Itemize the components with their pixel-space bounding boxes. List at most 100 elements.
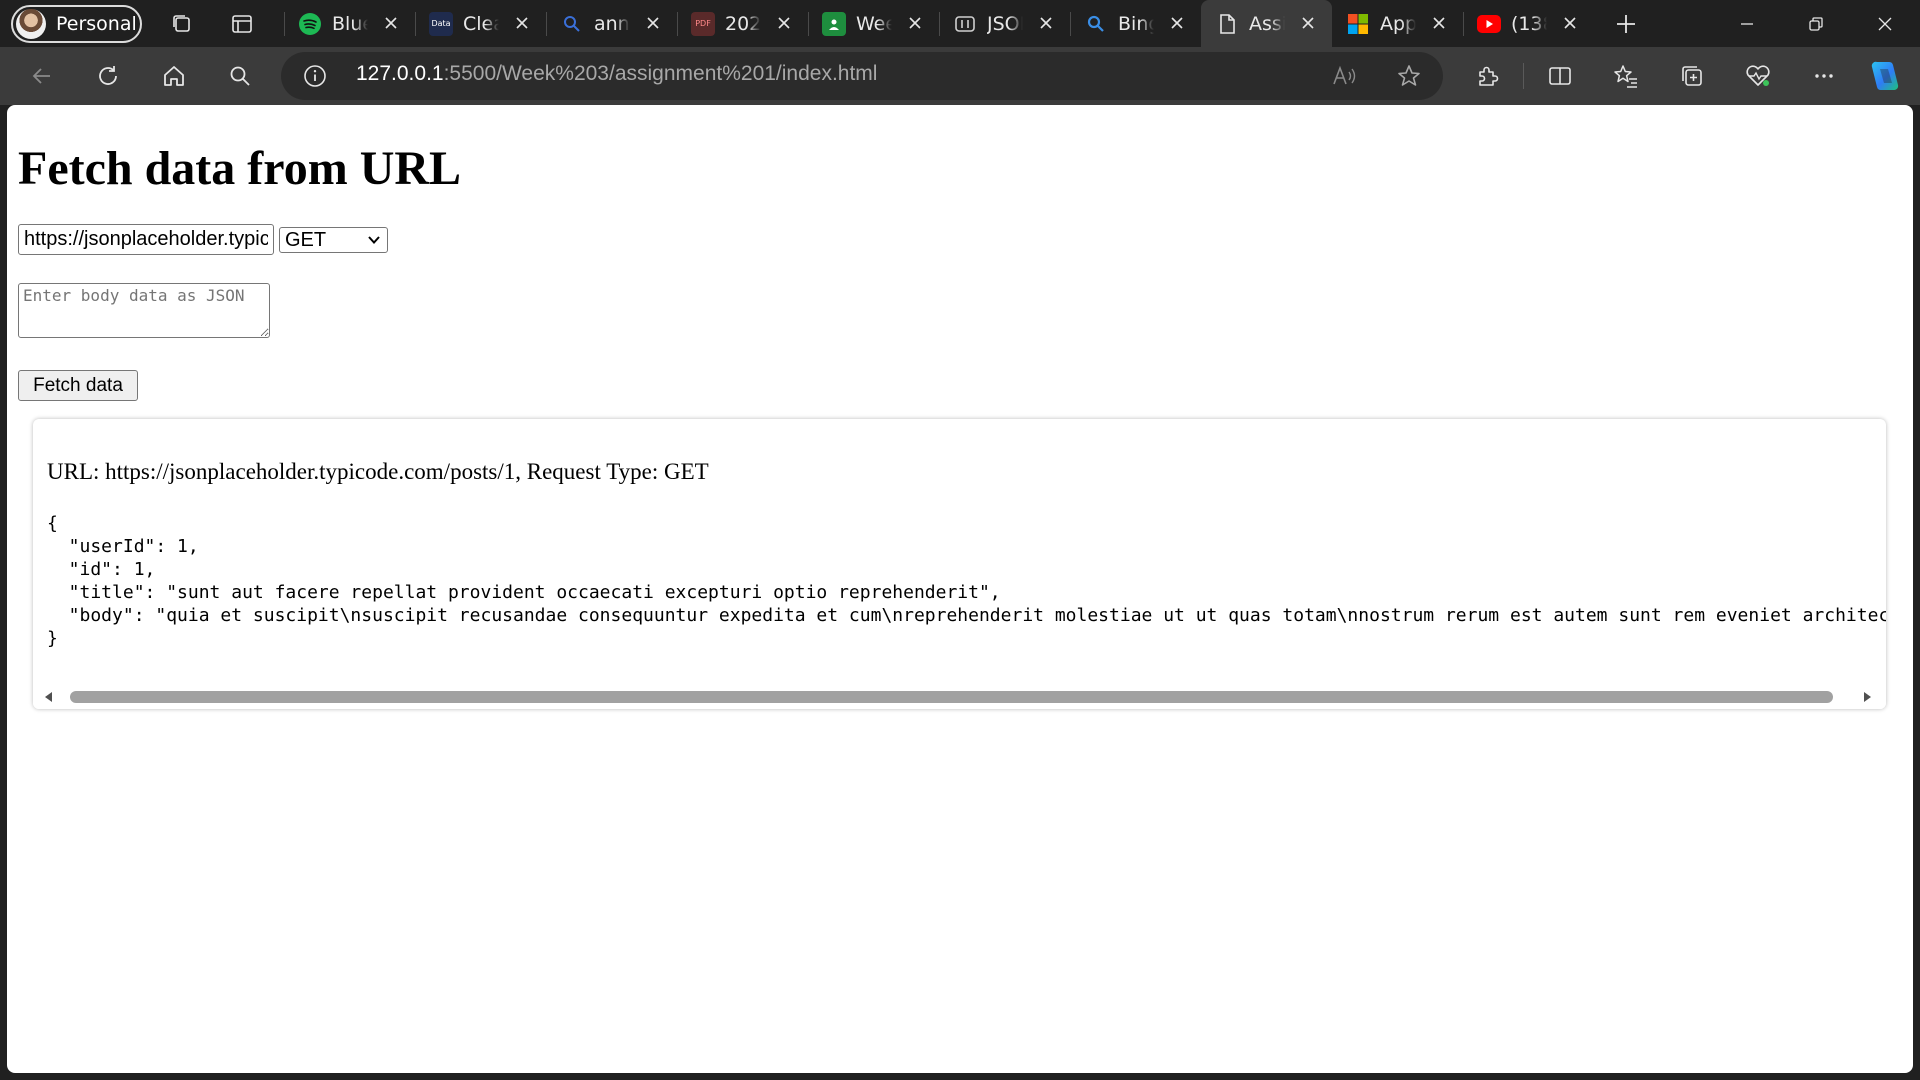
address-path: :5500/Week%203/assignment%201/index.html: [443, 62, 878, 85]
tab-strip: Personal Blue Data Clea annu PDF 2020 We…: [0, 0, 1920, 47]
tab-bing[interactable]: Bing: [1070, 0, 1201, 47]
workspaces-button[interactable]: [162, 4, 202, 44]
search-icon: [230, 66, 250, 86]
close-tab-icon[interactable]: [643, 13, 663, 33]
close-tab-icon[interactable]: [1167, 13, 1187, 33]
browser-essentials-button[interactable]: [1738, 56, 1778, 96]
avatar: [16, 8, 46, 39]
refresh-button[interactable]: [88, 56, 128, 96]
address-host: 127.0.0.1: [356, 62, 444, 85]
browser-toolbar: 127.0.0.1:5500/Week%203/assignment%201/i…: [0, 47, 1920, 105]
tab-title: App: [1380, 12, 1416, 35]
copilot-button[interactable]: [1865, 56, 1905, 96]
tab-search[interactable]: annu: [546, 0, 677, 47]
method-selected-value: GET: [285, 229, 327, 251]
tab-actions-icon: [232, 14, 252, 33]
page-title: Fetch data from URL: [18, 142, 462, 195]
scroll-left-arrow-icon[interactable]: [41, 689, 57, 705]
microsoft-icon: [1346, 12, 1370, 36]
minimize-button[interactable]: [1713, 0, 1781, 47]
tab-assignment-active[interactable]: Assi: [1201, 0, 1332, 47]
chevron-down-icon: [368, 236, 380, 244]
close-tab-icon[interactable]: [1429, 13, 1449, 33]
tab-title: (138: [1511, 12, 1547, 35]
star-icon: [1398, 65, 1420, 86]
read-aloud-button[interactable]: [1331, 62, 1359, 90]
spotify-icon: [298, 12, 322, 36]
restore-button[interactable]: [1782, 0, 1850, 47]
search-button[interactable]: [220, 56, 260, 96]
settings-more-button[interactable]: [1804, 56, 1844, 96]
favorite-star-button[interactable]: [1395, 62, 1423, 90]
tab-actions-button[interactable]: [222, 4, 262, 44]
home-button[interactable]: [154, 56, 194, 96]
close-tab-icon[interactable]: [905, 13, 925, 33]
refresh-icon: [99, 66, 117, 85]
close-tab-icon[interactable]: [1036, 13, 1056, 33]
tab-title: 2020: [725, 12, 761, 35]
profile-button[interactable]: Personal: [11, 4, 142, 43]
tab-classroom[interactable]: Wee: [808, 0, 939, 47]
tab-pdf[interactable]: PDF 2020: [677, 0, 808, 47]
request-summary: URL: https://jsonplaceholder.typicode.co…: [47, 459, 709, 484]
close-window-button[interactable]: [1851, 0, 1919, 47]
bing-search-icon: [1084, 12, 1108, 36]
scroll-right-arrow-icon[interactable]: [1859, 689, 1875, 705]
url-input[interactable]: [18, 224, 274, 255]
tab-spotify[interactable]: Blue: [284, 0, 415, 47]
tab-title: Blue: [332, 12, 368, 35]
minimize-icon: [1741, 22, 1753, 25]
tab-title: JSON: [987, 12, 1023, 35]
close-tab-icon[interactable]: [381, 13, 401, 33]
search-icon: [560, 12, 584, 36]
extensions-button[interactable]: [1468, 56, 1508, 96]
close-tab-icon[interactable]: [774, 13, 794, 33]
address-text[interactable]: 127.0.0.1:5500/Week%203/assignment%201/i…: [356, 62, 877, 86]
restore-icon: [1809, 16, 1823, 31]
close-tab-icon[interactable]: [512, 13, 532, 33]
result-panel: URL: https://jsonplaceholder.typicode.co…: [33, 419, 1886, 709]
horizontal-scrollbar[interactable]: [33, 685, 1886, 709]
page-icon: [1215, 12, 1239, 36]
close-tab-icon[interactable]: [1560, 13, 1580, 33]
home-icon: [164, 66, 184, 86]
split-screen-icon: [1549, 67, 1571, 85]
response-json: { "userId": 1, "id": 1, "title": "sunt a…: [47, 513, 1886, 649]
info-icon[interactable]: [303, 64, 327, 88]
data-icon: Data: [429, 11, 453, 36]
split-screen-button[interactable]: [1540, 56, 1580, 96]
tab-youtube[interactable]: (138: [1463, 0, 1594, 47]
close-tab-icon[interactable]: [1298, 13, 1318, 33]
page-viewport: Fetch data from URL GET Fetch data URL: …: [7, 105, 1913, 1073]
favorites-list-icon: [1614, 65, 1637, 88]
plus-icon: [1617, 14, 1635, 33]
close-icon: [1878, 17, 1892, 30]
scrollbar-thumb[interactable]: [70, 691, 1833, 703]
address-bar[interactable]: 127.0.0.1:5500/Week%203/assignment%201/i…: [281, 52, 1443, 100]
toolbar-separator: [1523, 63, 1524, 89]
body-json-input[interactable]: [18, 283, 270, 338]
profile-label: Personal: [56, 12, 137, 35]
tab-title: Wee: [856, 12, 892, 35]
youtube-icon: [1477, 12, 1501, 36]
classroom-icon: [822, 11, 846, 36]
new-tab-button[interactable]: [1604, 4, 1648, 44]
back-button[interactable]: [22, 56, 62, 96]
method-select[interactable]: GET: [279, 227, 388, 253]
heart-pulse-icon: [1746, 65, 1770, 86]
favorites-button[interactable]: [1606, 56, 1646, 96]
fetch-data-button[interactable]: Fetch data: [18, 370, 138, 401]
back-arrow-icon: [32, 68, 50, 84]
collections-icon: [1682, 66, 1702, 86]
copilot-icon: [1871, 61, 1899, 91]
read-aloud-icon: [1333, 65, 1356, 85]
tab-data[interactable]: Data Clea: [415, 0, 546, 47]
json-icon: [953, 12, 977, 36]
tab-microsoft[interactable]: App: [1332, 0, 1463, 47]
tab-json[interactable]: JSON: [939, 0, 1070, 47]
tab-title: Bing: [1118, 12, 1154, 35]
tab-title: Clea: [463, 12, 499, 35]
tab-title: annu: [594, 12, 630, 35]
collections-button[interactable]: [1672, 56, 1712, 96]
tab-title: Assi: [1249, 12, 1285, 35]
